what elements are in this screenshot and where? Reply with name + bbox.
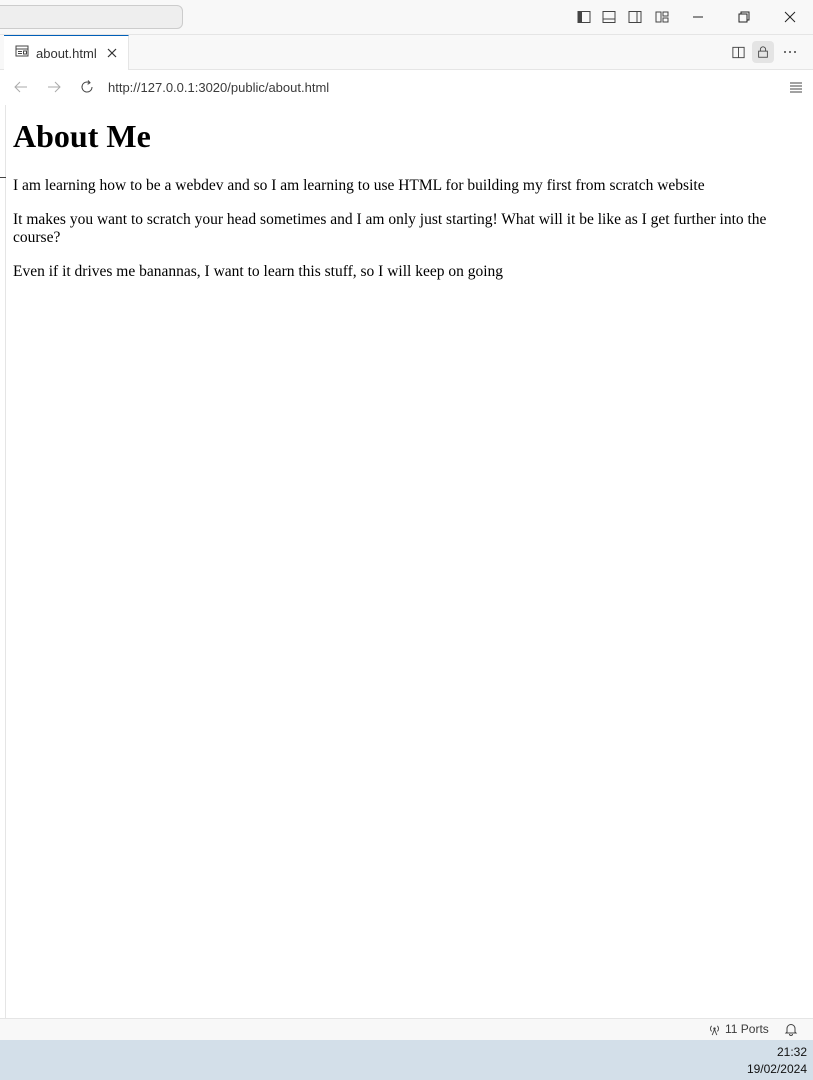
toggle-primary-sidebar-icon[interactable] — [573, 6, 595, 28]
title-bar — [0, 0, 813, 35]
clock-date: 19/02/2024 — [746, 1062, 807, 1076]
status-bar: 11 Ports — [0, 1018, 813, 1040]
sash-marker — [0, 177, 6, 178]
reload-icon[interactable] — [78, 78, 96, 96]
restore-icon[interactable] — [733, 6, 755, 28]
editor-left-border — [5, 105, 6, 1018]
split-editor-icon[interactable] — [727, 41, 749, 63]
customize-layout-icon[interactable] — [651, 6, 673, 28]
paragraph-2: It makes you want to scratch your head s… — [13, 210, 767, 246]
menu-icon[interactable] — [787, 78, 805, 96]
more-actions-icon[interactable] — [779, 41, 801, 63]
toggle-secondary-sidebar-icon[interactable] — [624, 6, 646, 28]
editor-tab-bar: about.html — [0, 35, 813, 70]
tab-label: about.html — [36, 45, 97, 61]
os-taskbar: 21:32 19/02/2024 — [0, 1040, 813, 1080]
tab-close-icon[interactable] — [106, 47, 118, 59]
tab-about-html[interactable]: about.html — [4, 35, 129, 70]
notifications-bell-icon[interactable] — [784, 1022, 798, 1041]
paragraph-1: I am learning how to be a webdev and so … — [13, 176, 705, 194]
preview-page-content: About Me I am learning how to be a webde… — [13, 105, 803, 297]
ports-label: 11 Ports — [725, 1022, 769, 1036]
lock-icon[interactable] — [752, 41, 774, 63]
preview-file-icon — [15, 44, 29, 63]
clock-time: 21:32 — [776, 1045, 807, 1059]
paragraph-3: Even if it drives me banannas, I want to… — [13, 262, 504, 280]
page-heading: About Me — [13, 118, 151, 154]
url-field[interactable]: http://127.0.0.1:3020/public/about.html — [108, 80, 329, 95]
minimize-icon[interactable] — [687, 6, 709, 28]
broadcast-icon — [708, 1023, 721, 1036]
close-icon[interactable] — [779, 6, 801, 28]
toggle-panel-icon[interactable] — [598, 6, 620, 28]
forward-icon[interactable] — [45, 78, 63, 96]
command-center[interactable] — [0, 5, 183, 29]
back-icon[interactable] — [12, 78, 30, 96]
ports-status[interactable]: 11 Ports — [708, 1022, 769, 1036]
system-clock[interactable]: 21:32 19/02/2024 — [747, 1044, 807, 1078]
browser-nav-bar: http://127.0.0.1:3020/public/about.html — [0, 70, 813, 105]
